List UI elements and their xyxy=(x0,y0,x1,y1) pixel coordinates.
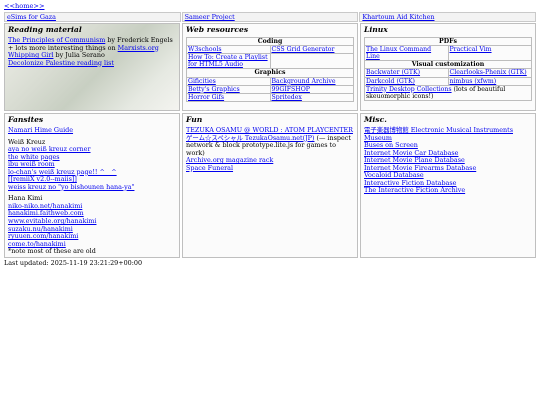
99gifshop-link[interactable]: 99GIFSHOP xyxy=(272,86,310,93)
reading-material-panel: Reading material The Principles of Commu… xyxy=(4,23,180,111)
table-cell xyxy=(269,53,354,70)
web-resources-table: Coding W3schools CSS Grid Generator How … xyxy=(186,36,354,102)
darkcold-gtk-link[interactable]: Darkcold (GTK) xyxy=(366,78,415,85)
table-cell: nimbus (xfwm) xyxy=(447,76,532,86)
misc-panel: Misc. 電子楽器博物館 Electronic Musical Instrum… xyxy=(360,113,536,258)
namari-hime-guide-link[interactable]: Namari Hime Guide xyxy=(8,126,176,135)
table-cell: Gificities xyxy=(186,76,271,86)
visual-customization-heading: Visual customization xyxy=(364,60,532,70)
pdfs-heading: PDFs xyxy=(364,36,532,47)
clearlooks-phenix-link[interactable]: Clearlooks-Phenix (GTK) xyxy=(450,69,527,76)
decolonize-palestine-link[interactable]: Decolonize Palestine reading list xyxy=(8,59,114,67)
nimbus-xfwm-link[interactable]: nimbus (xfwm) xyxy=(450,78,497,85)
linux-title: Linux xyxy=(364,25,388,34)
table-cell: 99GIFSHOP xyxy=(269,84,354,94)
top-link-sameer-project[interactable]: Sameer Project xyxy=(181,12,359,22)
linux-table: PDFs The Linux Command Line Practical Vi… xyxy=(364,36,532,101)
fansites-note: *note most of these are old xyxy=(8,247,96,256)
table-cell: Horror Gifs xyxy=(186,92,271,102)
coding-heading: Coding xyxy=(186,36,354,47)
table-cell: Trinity Desktop Collections (lots of bea… xyxy=(364,84,532,101)
fun-title: Fun xyxy=(186,115,203,124)
trinity-desktop-link[interactable]: Trinity Desktop Collections xyxy=(366,86,452,93)
space-funeral-link[interactable]: Space Funeral xyxy=(186,164,354,173)
misc-title: Misc. xyxy=(364,115,387,124)
html5-audio-playlist-link[interactable]: How To: Create a Playlist for HTML5 Audi… xyxy=(188,54,268,68)
fansites-title: Fansites xyxy=(8,115,44,124)
spritedex-link[interactable]: Spritedex xyxy=(272,94,302,101)
fun-panel: Fun TEZUKA OSAMU @ WORLD : ATOM PLAYCENT… xyxy=(182,113,358,258)
electronic-instruments-museum-link[interactable]: 電子楽器博物館 Electronic Musical Instruments M… xyxy=(364,126,532,142)
table-cell: Darkcold (GTK) xyxy=(364,76,449,86)
interactive-fiction-archive-link[interactable]: The Interactive Fiction Archive xyxy=(364,187,532,195)
graphics-heading: Graphics xyxy=(186,68,354,78)
fun-item: ゲーム☆スペシャル TezukaOsamu.net(JP) (— inspect… xyxy=(186,134,354,158)
top-link-esims-gaza[interactable]: eSims for Gaza xyxy=(4,12,181,22)
table-cell: Practical Vim xyxy=(447,45,532,62)
home-link[interactable]: <<home>> xyxy=(4,2,44,11)
table-cell: The Linux Command Line xyxy=(364,45,449,62)
table-cell: CSS Grid Generator xyxy=(269,45,354,55)
web-resources-panel: Web resources Coding W3schools CSS Grid … xyxy=(182,23,358,111)
table-cell: Background Archive xyxy=(269,76,354,86)
table-cell: Spritedex xyxy=(269,92,354,102)
marxists-org-link[interactable]: Marxists.org xyxy=(118,44,159,52)
table-cell: Backwater (GTK) xyxy=(364,68,449,78)
last-updated-text: Last updated: 2025-11-19 23:21:29+00:00 xyxy=(4,259,143,267)
linux-command-line-link[interactable]: The Linux Command Line xyxy=(366,46,431,60)
backwater-gtk-link[interactable]: Backwater (GTK) xyxy=(366,69,420,76)
table-cell: Betty's Graphics xyxy=(186,84,271,94)
web-resources-title: Web resources xyxy=(186,25,249,34)
reading-item: Decolonize Palestine reading list xyxy=(8,59,176,68)
table-cell: W3schools xyxy=(186,45,271,55)
reading-material-title: Reading material xyxy=(8,25,82,34)
top-links-bar: eSims for Gaza Sameer Project Khartoum A… xyxy=(4,12,537,22)
fansites-panel: Fansites Namari Hime Guide Weiß Kreuz ay… xyxy=(4,113,180,258)
fansite-link[interactable]: weiss kreuz no "yo bishounen hana-ya" xyxy=(8,183,176,192)
linux-panel: Linux PDFs The Linux Command Line Practi… xyxy=(360,23,536,111)
top-link-khartoum-aid-kitchen[interactable]: Khartoum Aid Kitchen xyxy=(359,12,537,22)
background-archive-link[interactable]: Background Archive xyxy=(272,78,336,85)
w3schools-link[interactable]: W3schools xyxy=(188,46,222,53)
bettys-graphics-link[interactable]: Betty's Graphics xyxy=(188,86,240,93)
practical-vim-link[interactable]: Practical Vim xyxy=(450,46,492,53)
css-grid-generator-link[interactable]: CSS Grid Generator xyxy=(272,46,335,53)
table-cell: How To: Create a Playlist for HTML5 Audi… xyxy=(186,53,271,70)
gificities-link[interactable]: Gificities xyxy=(188,78,216,85)
horror-gifs-link[interactable]: Horror Gifs xyxy=(188,94,224,101)
table-cell: Clearlooks-Phenix (GTK) xyxy=(447,68,532,78)
